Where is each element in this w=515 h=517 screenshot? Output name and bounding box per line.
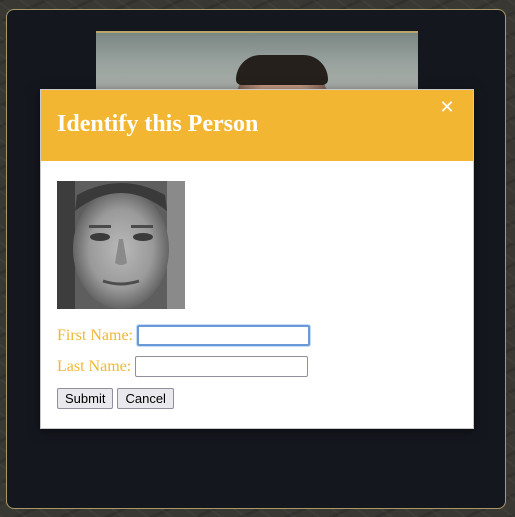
first-name-input[interactable] [137,325,310,346]
dialog-actions: Submit Cancel [57,388,174,409]
camera-feed-hair [236,55,328,85]
last-name-row: Last Name: [57,356,309,377]
dialog-title: Identify this Person [57,111,259,137]
cancel-button[interactable]: Cancel [117,388,174,409]
last-name-label: Last Name: [57,357,132,375]
first-name-label: First Name: [57,326,133,344]
face-photo [57,181,185,309]
identify-person-dialog: Identify this Person ✕ First Name: Last … [40,89,474,429]
close-icon[interactable]: ✕ [437,97,457,119]
dialog-header: Identify this Person ✕ [41,90,473,161]
submit-button[interactable]: Submit [57,388,114,409]
last-name-input[interactable] [135,356,309,377]
first-name-row: First Name: [57,325,310,346]
